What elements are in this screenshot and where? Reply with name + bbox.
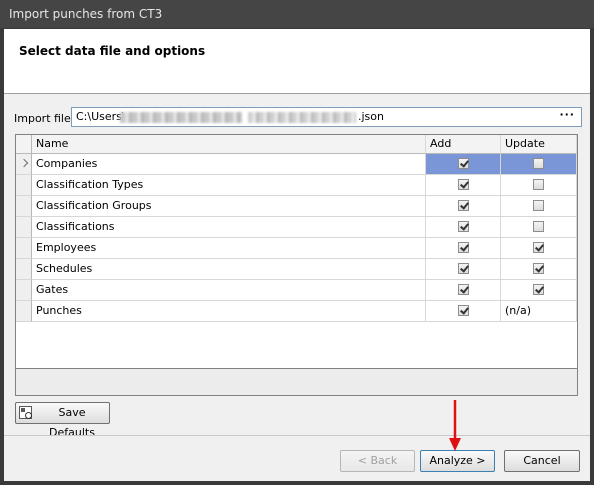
dialog-client-area: Select data file and options Import file…	[4, 29, 590, 481]
add-checkbox[interactable]	[458, 284, 469, 295]
add-cell	[426, 154, 501, 175]
add-checkbox[interactable]	[458, 305, 469, 316]
table-row[interactable]: Employees	[16, 238, 577, 259]
row-indicator[interactable]	[16, 280, 32, 301]
update-checkbox[interactable]	[533, 221, 544, 232]
redacted-path-segment	[120, 112, 242, 123]
row-indicator[interactable]	[16, 238, 32, 259]
add-cell	[426, 217, 501, 238]
window-titlebar[interactable]: Import punches from CT3	[0, 0, 594, 28]
wizard-header-panel: Select data file and options	[4, 29, 590, 94]
column-header-name[interactable]: Name	[32, 135, 426, 154]
row-name-cell[interactable]: Punches	[32, 301, 426, 322]
footer-separator	[4, 435, 590, 436]
options-grid: Name Add Update Companies Classification …	[15, 134, 578, 396]
table-row[interactable]: Schedules	[16, 259, 577, 280]
update-checkbox[interactable]	[533, 158, 544, 169]
add-checkbox[interactable]	[458, 221, 469, 232]
add-cell	[426, 280, 501, 301]
update-cell	[501, 238, 577, 259]
table-row[interactable]: Punches (n/a)	[16, 301, 577, 322]
add-cell	[426, 238, 501, 259]
row-name-cell[interactable]: Employees	[32, 238, 426, 259]
update-checkbox[interactable]	[533, 284, 544, 295]
row-indicator[interactable]	[16, 154, 32, 175]
column-header-add[interactable]: Add	[426, 135, 501, 154]
row-name-cell[interactable]: Gates	[32, 280, 426, 301]
import-file-label: Import file:	[14, 112, 75, 125]
update-cell	[501, 196, 577, 217]
current-row-arrow-icon	[19, 158, 29, 168]
file-path-suffix: .json	[358, 110, 384, 123]
add-cell	[426, 196, 501, 217]
table-row[interactable]: Gates	[16, 280, 577, 301]
add-checkbox[interactable]	[458, 242, 469, 253]
row-name-cell[interactable]: Classification Groups	[32, 196, 426, 217]
table-row[interactable]: Classifications	[16, 217, 577, 238]
add-checkbox[interactable]	[458, 158, 469, 169]
row-indicator[interactable]	[16, 301, 32, 322]
add-cell	[426, 175, 501, 196]
save-settings-icon	[19, 406, 32, 419]
add-checkbox[interactable]	[458, 179, 469, 190]
row-indicator-header	[16, 135, 32, 154]
grid-header-row: Name Add Update	[16, 135, 577, 154]
back-button[interactable]: < Back	[340, 450, 415, 472]
browse-ellipsis-button[interactable]: ···	[559, 108, 575, 121]
row-name-cell[interactable]: Classifications	[32, 217, 426, 238]
import-dialog-window: Import punches from CT3 Select data file…	[0, 0, 594, 485]
analyze-button[interactable]: Analyze >	[420, 450, 495, 472]
update-checkbox[interactable]	[533, 263, 544, 274]
update-cell	[501, 259, 577, 280]
redacted-path-segment	[248, 112, 356, 123]
row-name-cell[interactable]: Schedules	[32, 259, 426, 280]
update-cell	[501, 154, 577, 175]
row-indicator[interactable]	[16, 259, 32, 280]
grid-footer-bar	[16, 368, 577, 395]
add-checkbox[interactable]	[458, 200, 469, 211]
row-indicator[interactable]	[16, 175, 32, 196]
update-checkbox[interactable]	[533, 200, 544, 211]
row-name-cell[interactable]: Classification Types	[32, 175, 426, 196]
table-row[interactable]: Classification Types	[16, 175, 577, 196]
save-defaults-label: Save Defaults	[49, 406, 95, 439]
update-checkbox[interactable]	[533, 242, 544, 253]
add-cell	[426, 301, 501, 322]
annotation-arrow-icon	[449, 400, 461, 451]
row-indicator[interactable]	[16, 217, 32, 238]
column-header-update[interactable]: Update	[501, 135, 577, 154]
update-checkbox[interactable]	[533, 179, 544, 190]
save-defaults-button[interactable]: Save Defaults	[15, 402, 110, 439]
wizard-step-title: Select data file and options	[19, 44, 206, 58]
cancel-button[interactable]: Cancel	[504, 450, 580, 472]
add-checkbox[interactable]	[458, 263, 469, 274]
update-cell	[501, 280, 577, 301]
update-not-applicable: (n/a)	[505, 304, 532, 317]
table-row[interactable]: Companies	[16, 154, 577, 175]
row-indicator[interactable]	[16, 196, 32, 217]
table-row[interactable]: Classification Groups	[16, 196, 577, 217]
add-cell	[426, 259, 501, 280]
update-cell: (n/a)	[501, 301, 577, 322]
window-title: Import punches from CT3	[9, 7, 163, 21]
update-cell	[501, 175, 577, 196]
file-path-prefix: C:\Users\	[76, 110, 126, 123]
import-file-input[interactable]: C:\Users\ .json ···	[71, 107, 582, 127]
update-cell	[501, 217, 577, 238]
row-name-cell[interactable]: Companies	[32, 154, 426, 175]
